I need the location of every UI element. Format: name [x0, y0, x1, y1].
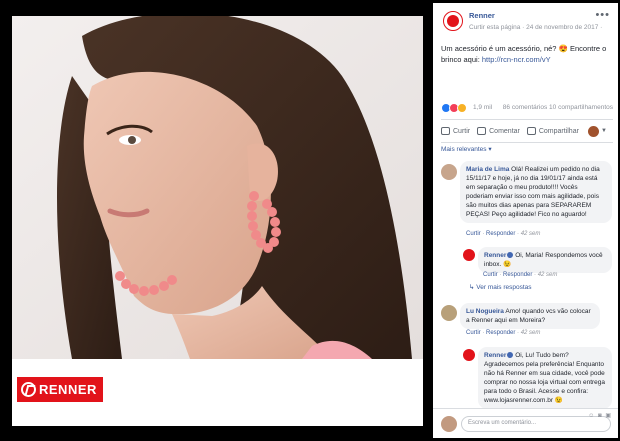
- comment-share-count[interactable]: 86 comentários 10 compartilhamentos: [503, 104, 613, 111]
- comment-author[interactable]: Maria de Lima: [466, 166, 509, 173]
- avatar[interactable]: [441, 164, 457, 180]
- verified-badge-icon: [507, 352, 514, 359]
- comment-label: Comentar: [489, 127, 520, 135]
- verified-badge-icon: [507, 252, 514, 259]
- renner-logo: RENNER: [17, 377, 103, 402]
- reaction-count[interactable]: 1,9 mil: [473, 104, 492, 111]
- speech-bubble-icon: [477, 127, 487, 135]
- comment-button[interactable]: Comentar: [477, 127, 520, 135]
- like-label: Curtir: [453, 127, 471, 135]
- comment-bubble: Renner Oi, Lu! Tudo bem? Agradecemos pel…: [478, 347, 612, 409]
- post-actions: Curtir Comentar Compartilhar ▼: [441, 121, 613, 141]
- reply-link[interactable]: Responder: [503, 272, 532, 278]
- comment-composer: Escreva um comentário... ☺ ◙ ▣: [433, 408, 618, 438]
- comment-bubble: Renner Oi, Maria! Respondemos você inbox…: [478, 247, 612, 273]
- comment-reply: Renner Oi, Lu! Tudo bem? Agradecemos pel…: [433, 347, 618, 417]
- share-as-avatar[interactable]: [587, 125, 599, 137]
- more-options-icon[interactable]: •••: [595, 9, 610, 21]
- chevron-down-icon[interactable]: ▼: [601, 128, 607, 134]
- post-meta: Curtir esta página · 24 de novembro de 2…: [469, 24, 603, 31]
- avatar[interactable]: [463, 249, 475, 261]
- view-more-replies-link[interactable]: ↳ Ver mais respostas: [469, 283, 532, 291]
- avatar[interactable]: [441, 305, 457, 321]
- reply-link[interactable]: Responder: [486, 330, 515, 336]
- wow-reaction-icon: [457, 103, 467, 113]
- page-name[interactable]: Renner: [469, 11, 495, 20]
- comment-reply: Renner Oi, Maria! Respondemos você inbox…: [433, 247, 618, 281]
- like-link[interactable]: Curtir: [466, 330, 481, 336]
- comment-meta: Curtir · Responder · 42 sem: [466, 231, 541, 237]
- post-header: Renner Curtir esta página · 24 de novemb…: [433, 3, 618, 41]
- comment: Maria de Lima Olá! Realizei um pedido no…: [433, 161, 618, 241]
- comment-bubble: Maria de Lima Olá! Realizei um pedido no…: [460, 161, 612, 223]
- timestamp: 42 sem: [520, 231, 541, 237]
- divider: [441, 142, 613, 143]
- share-arrow-icon: [526, 127, 536, 135]
- brand-bar: RENNER: [12, 359, 423, 426]
- renner-logo-text: RENNER: [39, 382, 97, 397]
- timestamp: 42 sem: [537, 272, 558, 278]
- emoji-camera-gif-icon[interactable]: ☺ ◙ ▣: [588, 412, 612, 419]
- comment-text: Oi, Lu! Tudo bem? Agradecemos pela prefe…: [484, 352, 606, 404]
- share-button[interactable]: Compartilhar: [526, 127, 579, 135]
- model-photo: [12, 16, 423, 359]
- thumbs-up-icon: [441, 127, 450, 135]
- reply-link[interactable]: Responder: [486, 231, 515, 237]
- photo-viewer: RENNER Renner Curtir esta página · 24 de…: [0, 0, 620, 441]
- comment-text: Olá! Realizei um pedido no dia 15/11/17 …: [466, 166, 600, 218]
- comment-author[interactable]: Lu Nogueira: [466, 308, 504, 315]
- post-link[interactable]: http://rcn-ncr.com/vY: [482, 55, 551, 64]
- timestamp: 42 sem: [520, 330, 541, 336]
- comment-author[interactable]: Renner: [484, 352, 506, 359]
- post-side-panel: Renner Curtir esta página · 24 de novemb…: [433, 3, 618, 438]
- comment-author[interactable]: Renner: [484, 252, 506, 259]
- comment-meta: Curtir · Responder · 42 sem: [483, 272, 558, 278]
- like-link[interactable]: Curtir: [483, 272, 498, 278]
- avatar: [441, 416, 457, 432]
- reactions-row: 1,9 mil 86 comentários 10 compartilhamen…: [441, 103, 613, 115]
- share-label: Compartilhar: [538, 127, 579, 135]
- divider: [441, 119, 613, 120]
- reaction-icons[interactable]: [441, 103, 467, 113]
- comment-sort-dropdown[interactable]: Mais relevantes ▾: [441, 145, 492, 153]
- comment-meta: Curtir · Responder · 42 sem: [466, 330, 541, 336]
- avatar[interactable]: [463, 349, 475, 361]
- post-text: Um acessório é um acessório, né? 😍 Encon…: [441, 43, 613, 65]
- renner-logo-mark-icon: [21, 382, 36, 397]
- page-avatar[interactable]: [443, 11, 463, 31]
- comment: Lu Nogueira Amo! quando vcs vão colocar …: [433, 303, 618, 343]
- like-button[interactable]: Curtir: [441, 127, 470, 135]
- comment-bubble: Lu Nogueira Amo! quando vcs vão colocar …: [460, 303, 600, 329]
- like-link[interactable]: Curtir: [466, 231, 481, 237]
- photo-frame[interactable]: RENNER: [12, 16, 423, 426]
